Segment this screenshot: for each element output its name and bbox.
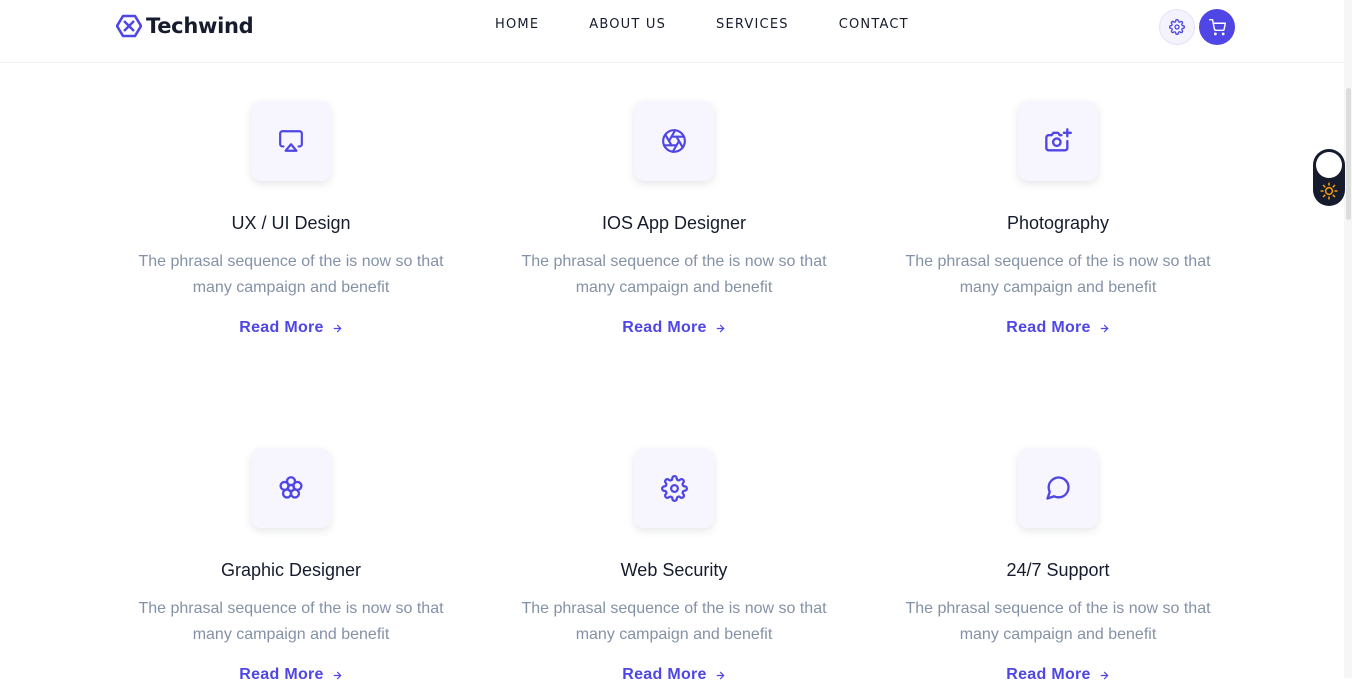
scrollbar-thumb[interactable] — [1346, 88, 1351, 220]
settings-button[interactable] — [1159, 9, 1195, 45]
read-more-label: Read More — [622, 666, 707, 683]
cart-button[interactable] — [1199, 9, 1235, 45]
service-title: Graphic Designer — [220, 560, 362, 580]
service-description: The phrasal sequence of the is now so th… — [905, 253, 1211, 296]
service-icon-box — [1018, 101, 1098, 181]
read-more-link[interactable]: Read More — [1006, 666, 1110, 684]
service-description: The phrasal sequence of the is now so th… — [521, 253, 827, 296]
service-title: 24/7 Support — [1006, 560, 1110, 580]
service-icon-box — [1018, 448, 1098, 528]
service-description: The phrasal sequence of the is now so th… — [138, 253, 444, 296]
page-scrollbar[interactable] — [1344, 0, 1352, 678]
gear-icon — [1169, 19, 1185, 35]
read-more-link[interactable]: Read More — [239, 319, 343, 337]
camera-plus-icon — [1045, 128, 1072, 152]
read-more-label: Read More — [239, 319, 324, 336]
service-icon-box — [251, 448, 331, 528]
sun-icon — [1320, 182, 1338, 200]
service-icon-box — [634, 101, 714, 181]
arrow-right-icon — [1100, 324, 1109, 332]
logo-icon — [116, 14, 142, 38]
service-card: Photography The phrasal sequence of the … — [888, 101, 1228, 337]
cart-icon — [1208, 18, 1226, 35]
brand-name: Techwind — [146, 14, 254, 38]
service-card: Graphic Designer The phrasal sequence of… — [121, 448, 461, 684]
service-icon-box — [251, 101, 331, 181]
service-description: The phrasal sequence of the is now so th… — [138, 600, 444, 643]
nav-item-home[interactable]: HOME — [495, 17, 539, 32]
service-title: IOS App Designer — [601, 213, 747, 233]
nav-item-services[interactable]: SERVICES — [716, 17, 789, 32]
flower-icon — [279, 476, 303, 499]
arrow-right-icon — [333, 324, 342, 332]
service-card: Web Security The phrasal sequence of the… — [504, 448, 844, 684]
aperture-icon — [662, 129, 686, 153]
arrow-right-icon — [1100, 671, 1109, 679]
service-icon-box — [634, 448, 714, 528]
read-more-label: Read More — [1006, 319, 1091, 336]
main-nav: HOME ABOUT US SERVICES CONTACT — [495, 17, 909, 32]
service-title: Photography — [1006, 213, 1110, 233]
nav-item-contact[interactable]: CONTACT — [839, 17, 909, 32]
read-more-link[interactable]: Read More — [239, 666, 343, 684]
service-description: The phrasal sequence of the is now so th… — [521, 600, 827, 643]
service-description: The phrasal sequence of the is now so th… — [905, 600, 1211, 643]
read-more-label: Read More — [239, 666, 324, 683]
read-more-link[interactable]: Read More — [622, 319, 726, 337]
gear-icon — [660, 474, 688, 502]
toggle-knob — [1316, 152, 1342, 178]
arrow-right-icon — [716, 671, 725, 679]
theme-toggle[interactable] — [1313, 149, 1345, 206]
read-more-label: Read More — [622, 319, 707, 336]
nav-item-about-us[interactable]: ABOUT US — [589, 17, 666, 32]
arrow-right-icon — [716, 324, 725, 332]
brand-logo[interactable]: Techwind — [116, 12, 254, 40]
read-more-link[interactable]: Read More — [622, 666, 726, 684]
message-circle-icon — [1046, 476, 1070, 500]
read-more-label: Read More — [1006, 666, 1091, 683]
service-card: IOS App Designer The phrasal sequence of… — [504, 101, 844, 337]
service-title: Web Security — [620, 560, 728, 580]
service-card: 24/7 Support The phrasal sequence of the… — [888, 448, 1228, 684]
read-more-link[interactable]: Read More — [1006, 319, 1110, 337]
arrow-right-icon — [333, 671, 342, 679]
site-header: Techwind HOME ABOUT US SERVICES CONTACT — [0, 0, 1352, 63]
service-title: UX / UI Design — [231, 213, 351, 233]
airplay-icon — [279, 130, 303, 152]
service-card: UX / UI Design The phrasal sequence of t… — [121, 101, 461, 337]
